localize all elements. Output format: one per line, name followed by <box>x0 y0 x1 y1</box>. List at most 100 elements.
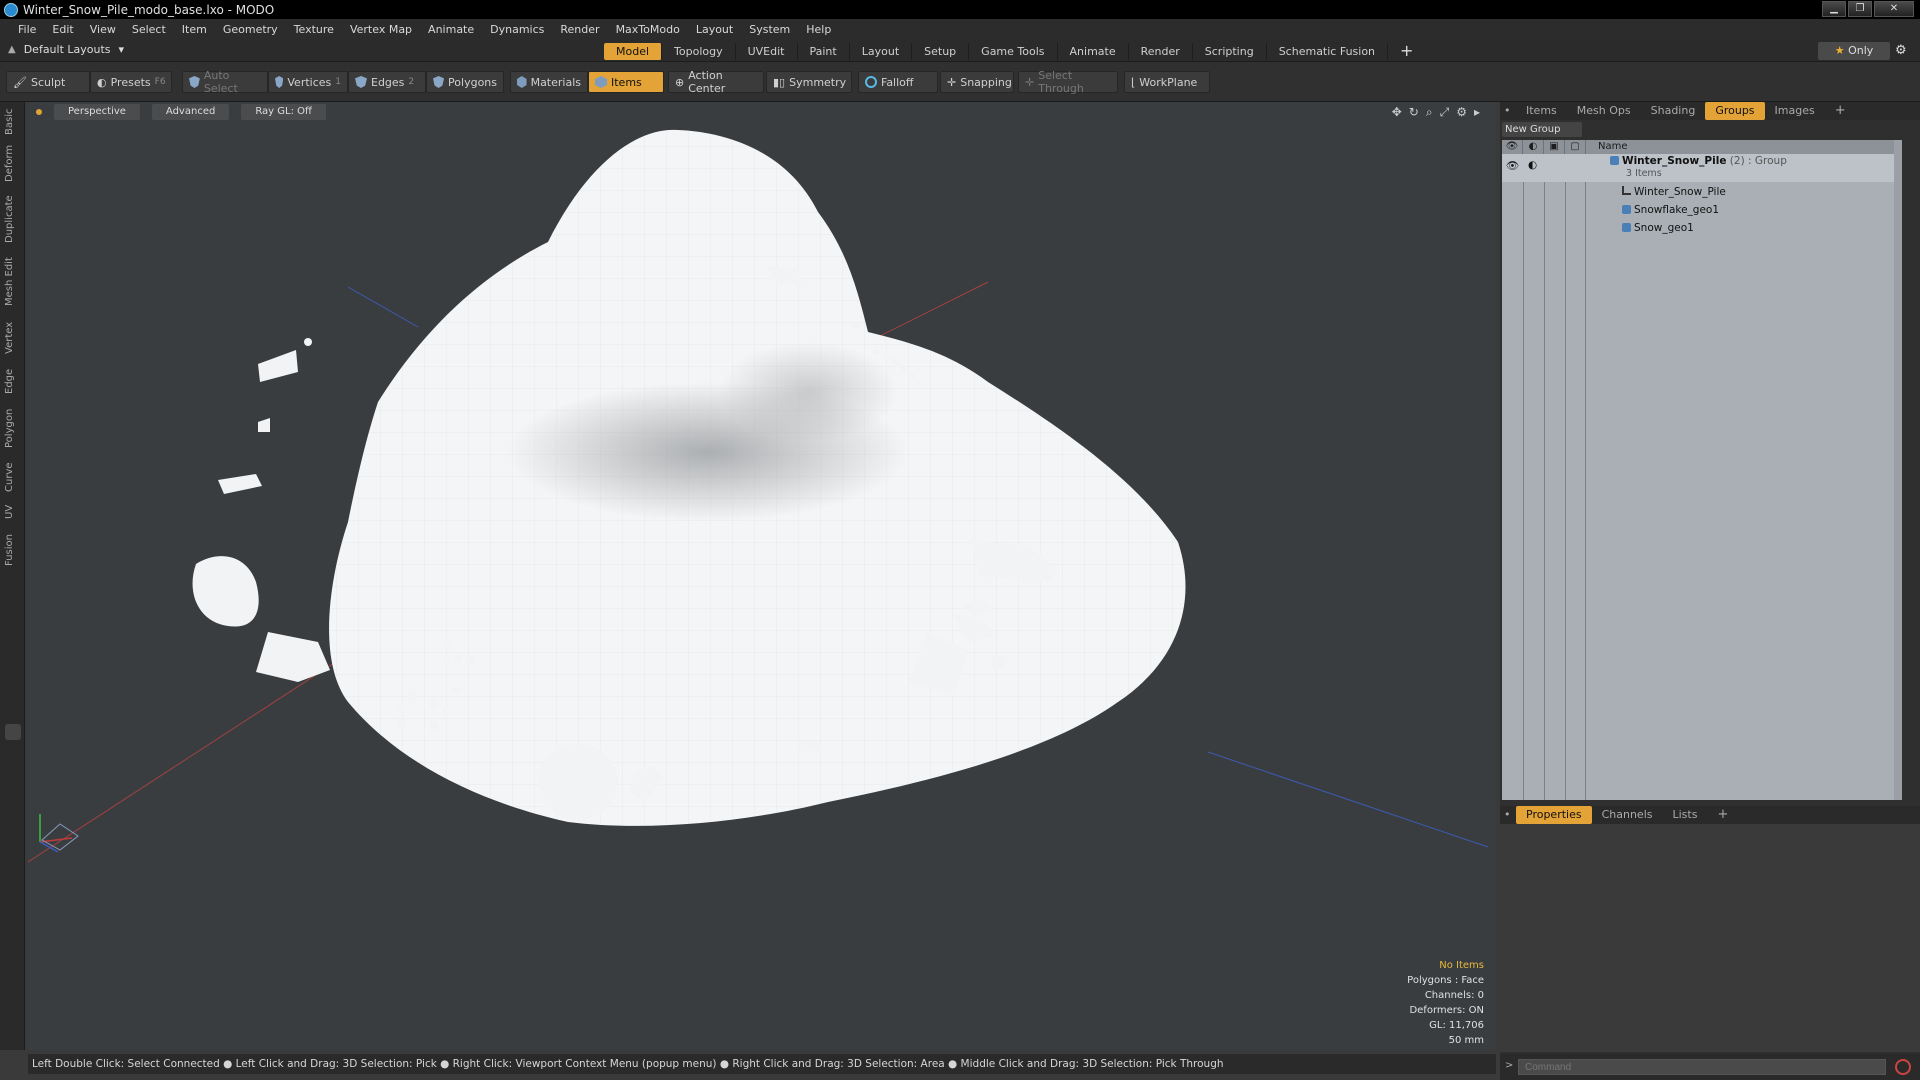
menu-maxtomodo[interactable]: MaxToModo <box>608 19 688 40</box>
tab-items[interactable]: Items <box>1516 102 1567 120</box>
polygons-button[interactable]: Polygons <box>426 71 504 93</box>
rotate-view-icon[interactable]: ↻ <box>1409 105 1419 120</box>
vtab-polygon[interactable]: Polygon <box>4 404 20 452</box>
group-render-icon[interactable]: ◐ <box>1528 159 1537 171</box>
restore-button[interactable]: ❐ <box>1848 1 1872 17</box>
group-row[interactable]: 👁 ◐ Winter_Snow_Pile (2) : Group 3 Items <box>1502 154 1902 182</box>
vtab-uv[interactable]: UV <box>4 500 20 524</box>
tab-uvedit[interactable]: UVEdit <box>736 43 798 60</box>
tab-paint[interactable]: Paint <box>798 43 850 60</box>
menu-geometry[interactable]: Geometry <box>215 19 286 40</box>
group-visibility-icon[interactable]: 👁 <box>1506 159 1519 172</box>
visibility-column-icon[interactable]: 👁 <box>1502 140 1523 154</box>
groups-scrollbar[interactable] <box>1894 140 1902 800</box>
tab-layout[interactable]: Layout <box>850 43 913 60</box>
tab-lists[interactable]: Lists <box>1663 806 1708 824</box>
child-name: Snowflake_geo1 <box>1634 204 1720 216</box>
panel-toggle-button[interactable] <box>5 724 21 740</box>
minimize-button[interactable]: ▁ <box>1822 1 1846 17</box>
collapse-icon[interactable]: ▲ <box>8 44 16 55</box>
action-center-button[interactable]: ⊕ Action Center <box>668 69 764 95</box>
tab-mesh-ops[interactable]: Mesh Ops <box>1567 102 1641 120</box>
list-item[interactable]: Snow_geo1 <box>1502 220 1902 236</box>
list-item[interactable]: Snowflake_geo1 <box>1502 202 1902 218</box>
zoom-view-icon[interactable]: ⌕ <box>1426 105 1433 120</box>
viewport-menu-dot[interactable] <box>36 109 42 115</box>
tab-topology[interactable]: Topology <box>662 43 736 60</box>
snapping-button[interactable]: ✛ Snapping <box>940 71 1014 93</box>
symmetry-button[interactable]: ▮▯ Symmetry <box>766 71 852 93</box>
menu-texture[interactable]: Texture <box>286 19 342 40</box>
vtab-fusion[interactable]: Fusion <box>4 530 20 570</box>
menu-file[interactable]: File <box>10 19 44 40</box>
menu-help[interactable]: Help <box>798 19 839 40</box>
tab-animate[interactable]: Animate <box>1058 43 1129 60</box>
menu-animate[interactable]: Animate <box>420 19 482 40</box>
workplane-button[interactable]: ⌊ WorkPlane <box>1124 71 1210 93</box>
vertices-button[interactable]: Vertices 1 <box>268 71 348 93</box>
scene-render[interactable] <box>28 102 1496 1050</box>
add-tab-icon[interactable]: + <box>1388 43 1425 60</box>
sculpt-label: Sculpt <box>30 75 66 89</box>
menu-item[interactable]: Item <box>174 19 215 40</box>
render-column-icon[interactable]: ◐ <box>1523 140 1544 154</box>
tab-render[interactable]: Render <box>1129 43 1193 60</box>
viewport-arrow-icon[interactable]: ▸ <box>1474 105 1480 120</box>
viewport-gear-icon[interactable]: ⚙ <box>1456 105 1467 120</box>
command-history-icon[interactable]: > <box>1505 1060 1513 1071</box>
menu-layout[interactable]: Layout <box>688 19 741 40</box>
vtab-mesh-edit[interactable]: Mesh Edit <box>4 254 20 310</box>
falloff-button[interactable]: Falloff <box>858 71 938 93</box>
menu-edit[interactable]: Edit <box>44 19 81 40</box>
sculpt-button[interactable]: 🖌 Sculpt <box>6 71 90 93</box>
tab-scripting[interactable]: Scripting <box>1193 43 1267 60</box>
gear-icon[interactable]: ⚙ <box>1895 43 1907 58</box>
vtab-duplicate[interactable]: Duplicate <box>4 190 20 248</box>
tab-model[interactable]: Model <box>604 43 663 60</box>
advanced-button[interactable]: Advanced <box>151 104 230 120</box>
move-view-icon[interactable]: ✥ <box>1392 105 1402 120</box>
layout-selector[interactable]: ▲ Default Layouts ▾ <box>8 43 124 56</box>
3d-viewport[interactable]: Perspective Advanced Ray GL: Off ✥ ↻ ⌕ ⤢… <box>28 102 1496 1050</box>
tab-properties[interactable]: Properties <box>1516 806 1592 824</box>
list-item[interactable]: Winter_Snow_Pile <box>1502 184 1902 200</box>
tab-schematic-fusion[interactable]: Schematic Fusion <box>1267 43 1389 60</box>
tab-groups[interactable]: Groups <box>1705 102 1765 120</box>
presets-button[interactable]: ◐ Presets F6 <box>90 71 172 93</box>
edges-button[interactable]: Edges 2 <box>348 71 426 93</box>
menu-system[interactable]: System <box>741 19 798 40</box>
add-panel-tab-icon[interactable]: + <box>1825 102 1856 120</box>
menu-dynamics[interactable]: Dynamics <box>482 19 552 40</box>
menu-vertex-map[interactable]: Vertex Map <box>342 19 420 40</box>
materials-button[interactable]: Materials <box>510 71 588 93</box>
maximize-view-icon[interactable]: ⤢ <box>1440 105 1450 120</box>
tab-channels[interactable]: Channels <box>1592 806 1663 824</box>
menu-select[interactable]: Select <box>124 19 174 40</box>
vtab-curve[interactable]: Curve <box>4 458 20 496</box>
vtab-deform[interactable]: Deform <box>4 142 20 184</box>
only-button[interactable]: ★ Only <box>1818 42 1890 60</box>
menu-render[interactable]: Render <box>552 19 607 40</box>
close-button[interactable]: ✕ <box>1874 1 1914 17</box>
stop-icon[interactable] <box>1895 1059 1911 1075</box>
select-through-button[interactable]: ✛ Select Through <box>1018 69 1118 95</box>
add-bottom-tab-icon[interactable]: + <box>1707 806 1738 824</box>
auto-select-button[interactable]: Auto Select <box>182 69 268 95</box>
select-column-icon[interactable]: ▢ <box>1565 140 1586 154</box>
vtab-edge[interactable]: Edge <box>4 364 20 398</box>
items-button[interactable]: Items <box>588 71 664 93</box>
tab-shading[interactable]: Shading <box>1641 102 1706 120</box>
new-group-button[interactable]: New Group <box>1502 122 1582 137</box>
raygl-button[interactable]: Ray GL: Off <box>241 104 326 120</box>
tab-images[interactable]: Images <box>1765 102 1825 120</box>
tab-setup[interactable]: Setup <box>912 43 970 60</box>
menu-view[interactable]: View <box>82 19 124 40</box>
vtab-basic[interactable]: Basic <box>4 106 20 138</box>
bottom-panel-menu-dot-icon[interactable]: • <box>1500 806 1516 824</box>
tab-game-tools[interactable]: Game Tools <box>969 43 1058 60</box>
lock-column-icon[interactable]: ▣ <box>1544 140 1565 154</box>
perspective-button[interactable]: Perspective <box>54 104 140 120</box>
command-input[interactable] <box>1518 1059 1886 1075</box>
panel-menu-dot-icon[interactable]: • <box>1500 102 1516 120</box>
vtab-vertex[interactable]: Vertex <box>4 316 20 360</box>
